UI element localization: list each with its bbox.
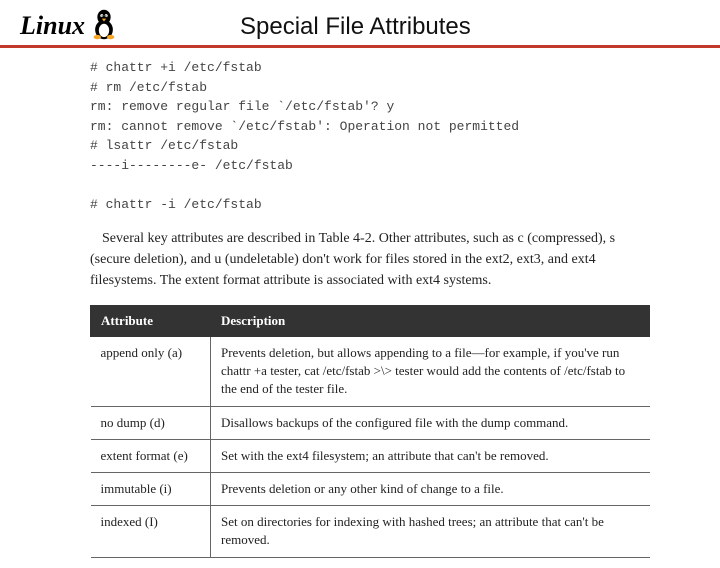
- table-row: extent format (e) Set with the ext4 file…: [91, 439, 650, 472]
- th-description: Description: [211, 306, 650, 337]
- page-title: Special File Attributes: [180, 13, 700, 45]
- body-paragraph: Several key attributes are described in …: [90, 228, 650, 291]
- table-row: append only (a) Prevents deletion, but a…: [91, 337, 650, 407]
- cell-desc: Set with the ext4 filesystem; an attribu…: [211, 439, 650, 472]
- cell-desc: Disallows backups of the configured file…: [211, 406, 650, 439]
- attributes-table: Attribute Description append only (a) Pr…: [90, 305, 650, 558]
- cell-desc: Set on directories for indexing with has…: [211, 506, 650, 557]
- content-area: # chattr +i /etc/fstab # rm /etc/fstab r…: [0, 48, 720, 568]
- cell-attr: indexed (I): [91, 506, 211, 557]
- table-row: no dump (d) Disallows backups of the con…: [91, 406, 650, 439]
- tux-icon: [89, 6, 119, 45]
- slide-header: Linux Special File Attributes: [0, 0, 720, 48]
- table-row: immutable (i) Prevents deletion or any o…: [91, 472, 650, 505]
- cell-attr: append only (a): [91, 337, 211, 407]
- cell-attr: immutable (i): [91, 472, 211, 505]
- cell-attr: no dump (d): [91, 406, 211, 439]
- table-row: indexed (I) Set on directories for index…: [91, 506, 650, 557]
- cell-attr: extent format (e): [91, 439, 211, 472]
- logo-text: Linux: [20, 11, 85, 41]
- cell-desc: Prevents deletion, but allows appending …: [211, 337, 650, 407]
- logo-area: Linux: [20, 6, 180, 45]
- th-attribute: Attribute: [91, 306, 211, 337]
- cell-desc: Prevents deletion or any other kind of c…: [211, 472, 650, 505]
- terminal-output: # chattr +i /etc/fstab # rm /etc/fstab r…: [90, 58, 650, 214]
